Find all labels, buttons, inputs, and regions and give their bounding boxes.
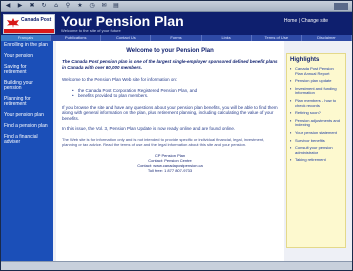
highlight-item[interactable]: Canada Post Pension Plan Annual Report: [290, 66, 342, 76]
sidebar-item-your-pension[interactable]: Your pension: [4, 54, 50, 59]
stop-icon[interactable]: ✖: [29, 3, 35, 9]
highlight-item[interactable]: Pension adjustments and indexing: [290, 118, 342, 128]
update-paragraph: In this issue, the Vol. 3, Pension Plan …: [62, 126, 236, 131]
list-item[interactable]: benefits provided to plan members.: [72, 93, 278, 99]
site-header: Canada Post Your Pension Plan Welcome to…: [1, 12, 352, 35]
browse-paragraph: If you browse the site and have any ques…: [62, 104, 278, 121]
logo-text: Canada Post: [21, 17, 52, 23]
mail-icon[interactable]: ✉: [101, 3, 107, 9]
page-title: Welcome to your Pension Plan: [126, 48, 214, 54]
highlight-item[interactable]: Plan members - how to check records: [290, 98, 342, 108]
sidebar: Enrolling in the plan Your pension Savin…: [1, 41, 53, 261]
intro-text: The Canada Post pension plan is one of t…: [62, 59, 278, 70]
highlight-item[interactable]: Pension plan update: [290, 79, 342, 84]
maple-leaf-icon: [7, 18, 19, 28]
site-title: Your Pension Plan: [61, 13, 184, 29]
highlight-item[interactable]: Taking retirement: [290, 158, 342, 163]
sidebar-item-find-adviser[interactable]: Find a financial adviser: [4, 135, 50, 145]
forward-icon[interactable]: ▶: [17, 3, 23, 9]
sidebar-item-find-plan[interactable]: Find a pension plan: [4, 124, 50, 129]
highlight-item[interactable]: Consult your pension administrator: [290, 145, 342, 155]
browser-window: ◀ ▶ ✖ ↻ ⌂ ⚲ ★ ◷ ✉ ▤ Canada Post Your Pen…: [0, 0, 353, 271]
main-content: Welcome to your Pension Plan The Canada …: [56, 41, 284, 261]
search-icon[interactable]: ⚲: [65, 3, 71, 9]
back-icon[interactable]: ◀: [5, 3, 11, 9]
browser-toolbar: ◀ ▶ ✖ ↻ ⌂ ⚲ ★ ◷ ✉ ▤: [1, 1, 352, 12]
sidebar-item-planning[interactable]: Planning for retirement: [4, 97, 50, 107]
disclaimer-text: The Web site is for information only and…: [62, 136, 265, 147]
history-icon[interactable]: ◷: [89, 3, 95, 9]
favorites-icon[interactable]: ★: [77, 3, 83, 9]
highlight-item[interactable]: Survivor benefits: [290, 138, 342, 144]
site-logo[interactable]: Canada Post: [3, 14, 55, 34]
sidebar-item-saving[interactable]: Saving for retirement: [4, 65, 50, 75]
status-bar: [1, 261, 352, 270]
contact-block: CP Pension Plan Contact: Pension Centre …: [62, 153, 278, 173]
nav-item-disclaimer[interactable]: Disclaimer: [302, 35, 352, 41]
highlight-item[interactable]: Your pension statement: [290, 130, 342, 136]
logo-bar: [4, 29, 54, 33]
sidebar-item-pension-plan[interactable]: Your pension plan: [4, 113, 50, 118]
highlight-item[interactable]: Retiring soon?: [290, 111, 342, 116]
highlights-title: Highlights: [290, 57, 320, 63]
header-links[interactable]: Home | Change site: [284, 18, 328, 24]
sidebar-item-building[interactable]: Building your pension: [4, 81, 50, 91]
welcome-paragraph: Welcome to the Pension Plan Web site for…: [62, 77, 178, 82]
info-list: the Canada Post Corporation Registered P…: [72, 88, 278, 99]
print-icon[interactable]: ▤: [113, 3, 119, 9]
browser-logo-icon: [334, 2, 348, 10]
home-icon[interactable]: ⌂: [53, 3, 59, 9]
sidebar-item-enrolling[interactable]: Enrolling in the plan: [4, 43, 50, 48]
highlights-panel: Highlights Canada Post Pension Plan Annu…: [286, 53, 346, 248]
refresh-icon[interactable]: ↻: [41, 3, 47, 9]
site-subtitle: Welcome to the site of your future: [61, 28, 121, 33]
highlight-item[interactable]: Investment and funding information: [290, 86, 342, 96]
contact-line: Toll free: 1 877 807-9733: [147, 167, 193, 173]
